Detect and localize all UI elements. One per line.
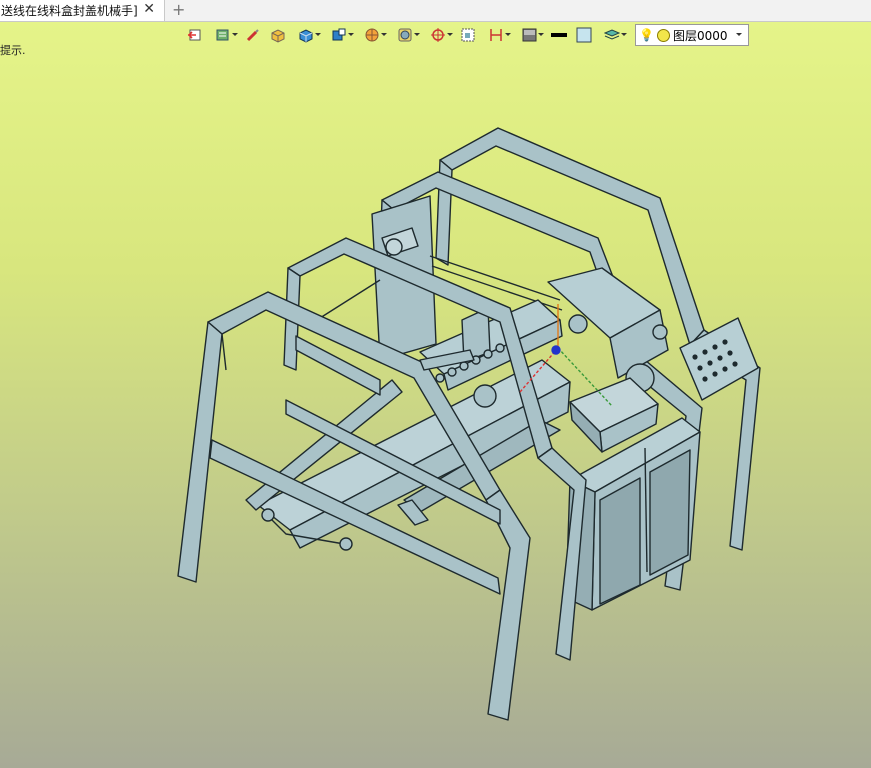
- model-viewport[interactable]: [0, 0, 871, 768]
- rear-conveyor: [547, 267, 669, 393]
